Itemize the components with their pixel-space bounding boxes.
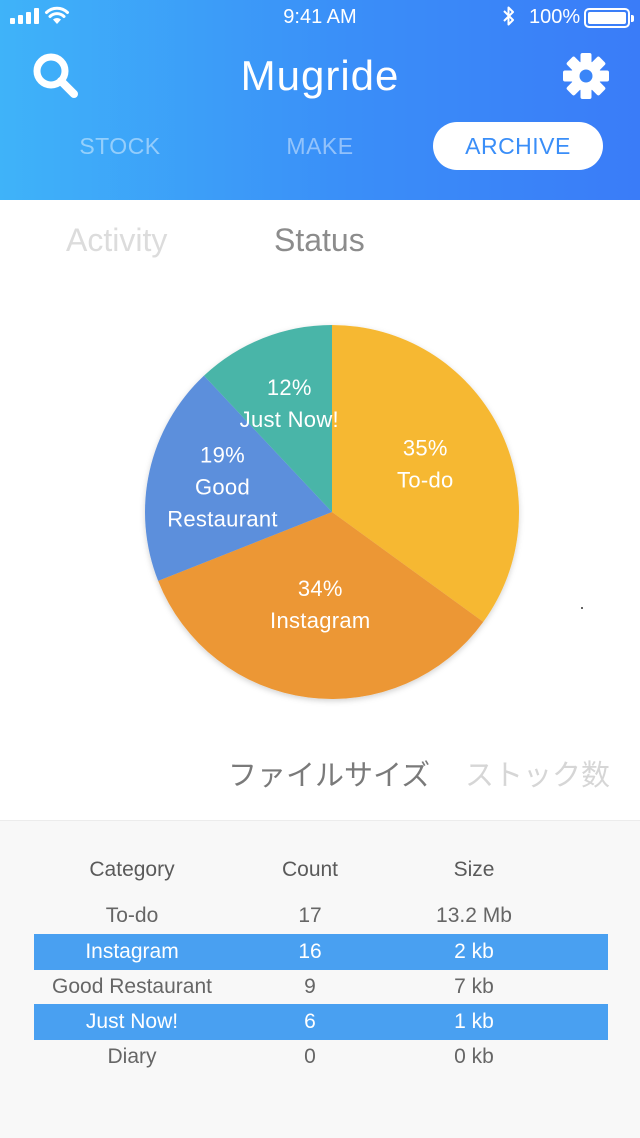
- table-row[interactable]: Just Now! 6 1 kb: [34, 1004, 608, 1040]
- cell-category: Instagram: [85, 940, 179, 963]
- battery-icon: [584, 8, 634, 28]
- table-header-size: Size: [453, 858, 495, 881]
- pie-category-label: Restaurant: [167, 507, 278, 532]
- metric-tab-stock-count[interactable]: ストック数: [465, 752, 610, 794]
- pie-percent-label: 35%: [403, 436, 448, 461]
- table-row[interactable]: Diary 0 0 kb: [34, 1039, 608, 1075]
- table-row[interactable]: Instagram 16 2 kb: [34, 934, 608, 970]
- stray-dot: [581, 607, 583, 609]
- metric-tab-file-size[interactable]: ファイルサイズ: [228, 752, 430, 794]
- cell-size: 2 kb: [454, 940, 494, 963]
- pie-category-label: To-do: [397, 468, 454, 493]
- subtab-activity[interactable]: Activity: [66, 222, 167, 259]
- cell-size: 1 kb: [454, 1010, 494, 1033]
- subtab-status[interactable]: Status: [274, 222, 365, 259]
- app-header: 9:41 AM 100% Mugride STOCK MAKE ARCHIVE: [0, 0, 640, 200]
- cell-category: Diary: [107, 1045, 157, 1068]
- cell-category: Good Restaurant: [52, 975, 212, 998]
- tab-stock[interactable]: STOCK: [40, 122, 200, 170]
- pie-category-label: Just Now!: [240, 407, 339, 432]
- pie-percent-label: 19%: [200, 443, 245, 468]
- pie-category-label: Good: [195, 475, 250, 500]
- table-header-count: Count: [281, 858, 339, 881]
- cell-size: 0 kb: [454, 1045, 494, 1068]
- gear-icon: [563, 53, 609, 99]
- tab-make[interactable]: MAKE: [240, 122, 400, 170]
- pie-chart: 35% To-do 34% Instagram 19% Good Restaurant 12%…: [140, 320, 530, 710]
- table-row[interactable]: Good Restaurant 9 7 kb: [34, 969, 608, 1005]
- cell-count: 16: [298, 940, 322, 963]
- status-bar: 9:41 AM 100%: [0, 0, 640, 36]
- cell-size: 7 kb: [454, 975, 494, 998]
- tab-archive[interactable]: ARCHIVE: [433, 122, 603, 170]
- cell-category: To-do: [105, 904, 159, 927]
- bluetooth-icon: [503, 6, 514, 26]
- settings-button[interactable]: [558, 48, 614, 104]
- app-title: Mugride: [240, 52, 400, 99]
- cell-count: 9: [304, 975, 316, 998]
- cell-count: 0: [304, 1045, 316, 1068]
- cell-count: 17: [298, 904, 322, 927]
- cell-count: 6: [304, 1010, 316, 1033]
- pie-percent-label: 12%: [267, 375, 312, 400]
- pie-percent-label: 34%: [298, 576, 343, 601]
- battery-percent: 100%: [529, 6, 581, 28]
- cell-category: Just Now!: [85, 1010, 179, 1033]
- table-header-category: Category: [89, 858, 175, 881]
- pie-category-label: Instagram: [270, 608, 371, 633]
- cell-size: 13.2 Mb: [436, 904, 512, 927]
- table-row[interactable]: To-do 17 13.2 Mb: [34, 898, 608, 934]
